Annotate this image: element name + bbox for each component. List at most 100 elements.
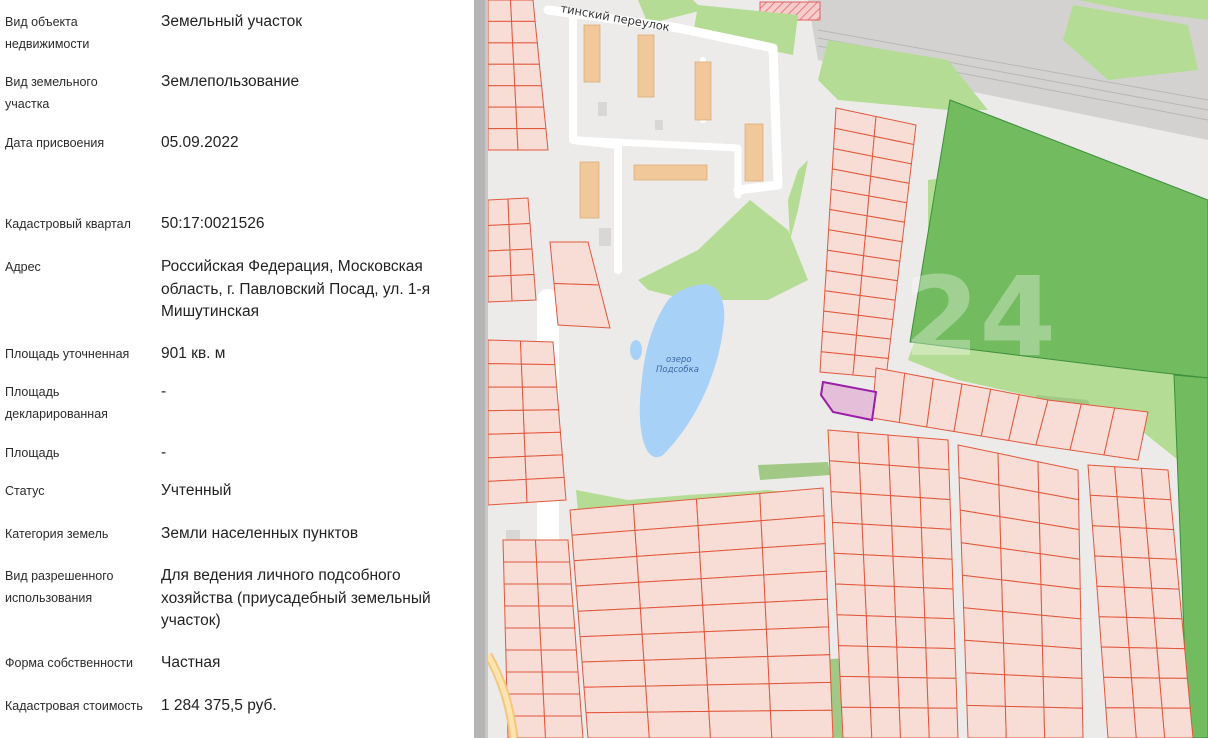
parcel (708, 710, 773, 738)
parcel (888, 464, 921, 499)
parcel (695, 492, 762, 527)
parcel (919, 497, 952, 530)
panel-splitter[interactable] (474, 0, 488, 738)
parcel (522, 409, 561, 434)
parcel (889, 495, 922, 529)
parcel (510, 273, 537, 302)
field-label: Кадастровая стоимость (5, 699, 143, 713)
parcel (488, 85, 517, 108)
parcel (1116, 496, 1148, 529)
parcel (926, 677, 958, 709)
field-label: Площадь (5, 446, 60, 460)
parcel (1096, 585, 1128, 618)
parcel (646, 710, 712, 738)
parcel (1087, 464, 1118, 498)
parcel (1041, 645, 1083, 679)
parcel (966, 704, 1007, 738)
parcel (521, 386, 560, 411)
parcel (573, 555, 640, 587)
parcel (513, 63, 543, 87)
parcel (703, 628, 769, 659)
field-value: Частная (161, 654, 221, 671)
parcel (761, 543, 827, 576)
parcel (638, 578, 704, 609)
parcel (645, 684, 710, 713)
parcel (923, 587, 955, 620)
parcel (488, 274, 513, 303)
parcel (1000, 547, 1042, 586)
parcel (917, 436, 950, 471)
parcel (893, 585, 926, 619)
field-label: Площадь декларированная (5, 385, 108, 421)
parcel (920, 527, 953, 560)
parcel (488, 249, 512, 278)
parcel (511, 20, 538, 44)
parcel (854, 334, 892, 360)
map-canvas[interactable]: тинский переулок озеро Подсобка 24 (488, 0, 1208, 738)
parcel (1130, 677, 1163, 709)
parcel (858, 462, 892, 497)
parcel (836, 614, 869, 647)
parcel (1043, 706, 1084, 738)
field-label: Форма собственности (5, 656, 133, 670)
parcel (539, 627, 577, 651)
parcel (827, 429, 860, 464)
parcel (1002, 610, 1043, 647)
parcel (1105, 707, 1137, 738)
parcel (1100, 646, 1133, 679)
parcel (961, 574, 1004, 613)
parcel (488, 0, 513, 22)
parcel (488, 478, 528, 506)
parcel (700, 574, 766, 606)
parcel (840, 706, 873, 738)
parcel (579, 633, 645, 663)
parcel (927, 707, 959, 738)
field-value: Землепользование (161, 73, 300, 90)
parcel (509, 248, 535, 277)
field-value: - (161, 383, 167, 400)
parcel (488, 455, 527, 482)
parcel (768, 681, 833, 712)
parcel (632, 498, 699, 531)
parcel (759, 487, 825, 522)
parcel (543, 715, 584, 738)
lake-label: озеро (666, 355, 692, 365)
parcel (636, 551, 702, 583)
parcel (488, 198, 510, 227)
parcel (1153, 617, 1186, 650)
parcel (965, 672, 1006, 707)
parcel (512, 42, 540, 65)
parcel (1121, 556, 1153, 589)
parcel (488, 63, 516, 87)
parcel (634, 525, 701, 557)
parcel (1098, 616, 1130, 649)
parcel (999, 516, 1041, 555)
parcel (765, 626, 831, 658)
parcel (585, 711, 650, 738)
parcel (488, 106, 518, 130)
field-value: Земельный участок (161, 13, 303, 30)
splitter-bar[interactable] (474, 0, 485, 738)
parcel (897, 676, 929, 709)
parcel (764, 598, 830, 630)
parcel (503, 561, 539, 585)
field-label: Дата присвоения (5, 136, 105, 150)
cadastral-map[interactable]: тинский переулок озеро Подсобка 24 (488, 0, 1208, 738)
parcel (918, 467, 951, 501)
parcel (860, 493, 893, 527)
parcel (894, 616, 927, 649)
parcel (1148, 557, 1180, 590)
field-label: Статус (5, 484, 45, 498)
parcel (1041, 614, 1082, 650)
parcel (705, 655, 770, 686)
watermark: 24 (903, 253, 1056, 381)
parcel (583, 685, 649, 714)
parcel (1126, 616, 1158, 649)
parcel (1128, 647, 1161, 679)
parcel (867, 645, 899, 678)
field-value: - (161, 444, 167, 461)
parcel (534, 539, 571, 563)
parcel (834, 583, 867, 617)
parcel (819, 351, 856, 376)
parcel (575, 581, 641, 612)
